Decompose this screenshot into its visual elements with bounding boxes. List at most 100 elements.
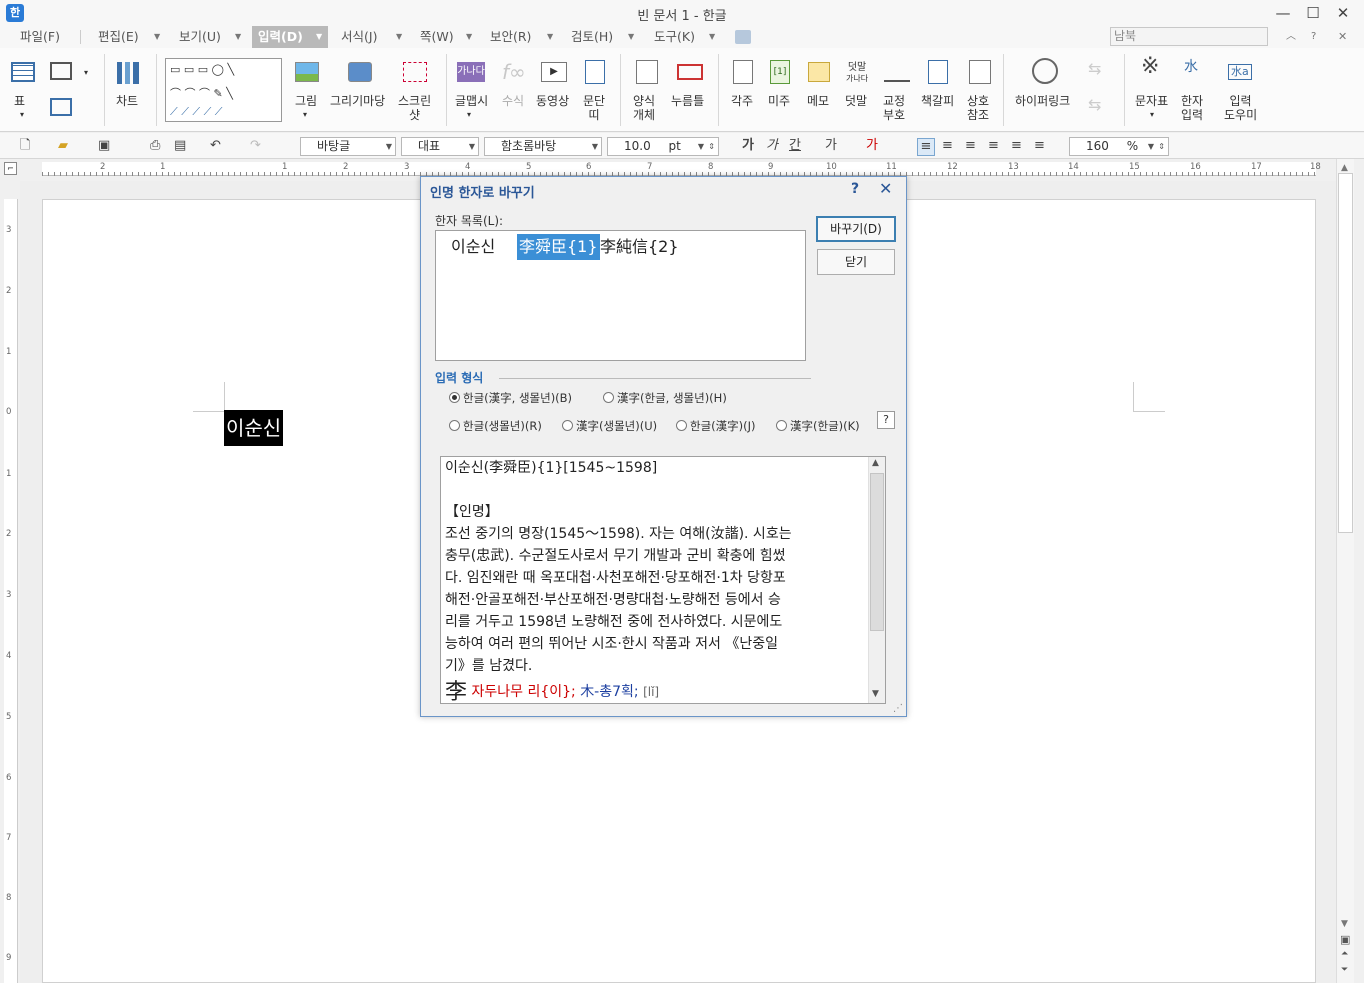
save-icon[interactable]: ▣: [98, 138, 110, 154]
bold-icon[interactable]: 가: [742, 138, 754, 154]
drawing-gallery-button[interactable]: 그리기마당: [330, 94, 385, 108]
plugin-icon[interactable]: [735, 30, 751, 44]
endnote-button[interactable]: 미주: [768, 94, 790, 108]
symbol-table-icon[interactable]: ※: [1141, 56, 1159, 78]
maximize-icon[interactable]: ☐: [1298, 2, 1328, 24]
video-icon[interactable]: ▶: [541, 62, 567, 82]
format-radio-hanja-hangul[interactable]: 漢字(한글)(K): [776, 418, 860, 434]
align-justify-icon[interactable]: ≡: [917, 138, 935, 156]
menu-security[interactable]: 보안(R): [484, 26, 537, 48]
glyph-art-icon[interactable]: 가나다: [457, 62, 485, 82]
menu-file[interactable]: 파일(F): [14, 26, 66, 48]
underline-icon[interactable]: 간: [789, 138, 801, 154]
table-layout-icon[interactable]: [50, 98, 72, 116]
chevron-down-icon[interactable]: ▾: [84, 66, 88, 80]
chevron-down-icon[interactable]: ▾: [1150, 108, 1154, 122]
format-radio-hanja-years[interactable]: 漢字(생몰년)(U): [562, 418, 657, 434]
style-select[interactable]: 바탕글 ▼: [300, 137, 396, 156]
scroll-down-icon[interactable]: ▼: [1341, 919, 1348, 929]
overwrite-button[interactable]: 덧말: [845, 94, 867, 108]
hanja-input-icon[interactable]: 水: [1184, 60, 1198, 74]
input-helper-icon[interactable]: 水a: [1228, 64, 1252, 80]
connector-icons[interactable]: ⟋ ⟋ ⟋ ⟋ ⟋: [170, 105, 223, 119]
format-radio-hanja-hangul-years[interactable]: 漢字(한글, 생몰년)(H): [603, 390, 727, 406]
next-page-icon[interactable]: ⏷: [1341, 965, 1348, 975]
undo-icon[interactable]: ↶: [210, 138, 221, 154]
push-button-button[interactable]: 누름틀: [671, 94, 704, 108]
format-radio-hangul-hanja-years[interactable]: 한글(漢字, 생몰년)(B): [449, 390, 572, 406]
align-center-icon[interactable]: ≡: [965, 138, 976, 154]
replace-button[interactable]: 바꾸기(D): [816, 216, 896, 242]
prev-page-icon[interactable]: ⏶: [1341, 949, 1348, 959]
spin-icon[interactable]: ⇕: [708, 138, 715, 155]
chevron-down-icon[interactable]: ▼: [235, 26, 241, 48]
form-object-icon[interactable]: [636, 60, 658, 84]
scroll-up-icon[interactable]: ▲: [1341, 163, 1348, 173]
table-edit-icon[interactable]: [50, 62, 72, 80]
chevron-down-icon[interactable]: ▼: [316, 26, 322, 48]
collapse-ribbon-icon[interactable]: ︿: [1286, 26, 1296, 48]
column-border-icon[interactable]: [585, 60, 605, 84]
scrollbar-thumb[interactable]: [870, 473, 884, 631]
hanja-list[interactable]: 이순신 李舜臣{1} 李純信{2}: [435, 230, 806, 361]
new-doc-icon[interactable]: 🗋: [20, 138, 30, 154]
resize-grip-icon[interactable]: ⋰: [893, 703, 903, 714]
language-select[interactable]: 대표 ▼: [401, 137, 479, 156]
chart-icon[interactable]: [117, 62, 139, 84]
zoom-stepper[interactable]: 160 % ▼ ⇕: [1069, 137, 1169, 156]
vertical-ruler[interactable]: 3 2 1 0 1 2 3 4 5 6 7 8 9: [4, 199, 18, 983]
menu-format[interactable]: 서식(J): [335, 26, 383, 48]
hanja-option[interactable]: 李純信{2}: [598, 234, 681, 260]
menu-page[interactable]: 쪽(W): [414, 26, 460, 48]
search-input[interactable]: 남북: [1110, 27, 1268, 46]
chevron-down-icon[interactable]: ▼: [592, 138, 598, 155]
chevron-down-icon[interactable]: ▼: [396, 26, 402, 48]
scrollbar-thumb[interactable]: [1338, 173, 1353, 533]
selected-text[interactable]: 이순신: [224, 410, 284, 446]
chart-button[interactable]: 차트: [116, 94, 138, 108]
chevron-down-icon[interactable]: ▼: [154, 26, 160, 48]
chevron-down-icon[interactable]: ▾: [467, 108, 471, 122]
proofread-icon[interactable]: [884, 60, 910, 82]
picture-button[interactable]: 그림: [295, 94, 317, 108]
font-select[interactable]: 함초롬바탕 ▼: [484, 137, 602, 156]
format-help-icon[interactable]: ?: [877, 411, 895, 429]
print-icon[interactable]: ⎙: [150, 138, 160, 154]
symbol-table-button[interactable]: 문자표: [1135, 94, 1168, 108]
chevron-down-icon[interactable]: ▾: [20, 108, 24, 122]
strikethrough-icon[interactable]: 가: [825, 138, 837, 154]
chevron-down-icon[interactable]: ▼: [1148, 138, 1154, 155]
picture-icon[interactable]: [295, 62, 319, 82]
preview-icon[interactable]: ▤: [174, 138, 186, 154]
footnote-button[interactable]: 각주: [731, 94, 753, 108]
chevron-down-icon[interactable]: ▼: [698, 138, 704, 155]
minimize-icon[interactable]: —: [1268, 2, 1298, 24]
screenshot-button[interactable]: 스크린 샷: [398, 94, 431, 122]
cross-reference-button[interactable]: 상호 참조: [967, 94, 989, 122]
chevron-down-icon[interactable]: ▼: [469, 138, 475, 155]
hyperlink-button[interactable]: 하이퍼링크: [1015, 94, 1070, 108]
chevron-down-icon[interactable]: ▼: [547, 26, 553, 48]
glyph-art-button[interactable]: 글맵시: [455, 94, 488, 108]
format-radio-hangul-hanja[interactable]: 한글(漢字)(J): [676, 418, 756, 434]
menu-edit[interactable]: 편집(E): [92, 26, 145, 48]
chevron-down-icon[interactable]: ▼: [386, 138, 392, 155]
hanja-option-selected[interactable]: 李舜臣{1}: [517, 234, 600, 260]
footnote-icon[interactable]: [733, 60, 753, 84]
globe-icon[interactable]: [1032, 58, 1058, 84]
chevron-down-icon[interactable]: ▼: [628, 26, 634, 48]
form-object-button[interactable]: 양식 개체: [633, 94, 655, 122]
memo-button[interactable]: 메모: [807, 94, 829, 108]
format-radio-hangul-years[interactable]: 한글(생몰년)(R): [449, 418, 542, 434]
screenshot-icon[interactable]: [403, 62, 427, 82]
shape-gallery-icons[interactable]: ▭ ▭ ▭ ◯ ╲: [170, 63, 234, 76]
input-helper-button[interactable]: 입력 도우미: [1224, 94, 1257, 122]
align-left-icon[interactable]: ≡: [942, 138, 953, 154]
chevron-down-icon[interactable]: ▾: [303, 108, 307, 122]
close-doc-icon[interactable]: ✕: [1338, 26, 1347, 48]
scroll-up-icon[interactable]: ▲: [872, 458, 879, 468]
endnote-icon[interactable]: [1]: [770, 60, 790, 84]
align-right-icon[interactable]: ≡: [988, 138, 999, 154]
description-box[interactable]: 이순신(李舜臣){1}[1545~1598] 【인명】 조선 중기의 명장(15…: [440, 456, 886, 704]
push-button-icon[interactable]: [677, 64, 703, 80]
